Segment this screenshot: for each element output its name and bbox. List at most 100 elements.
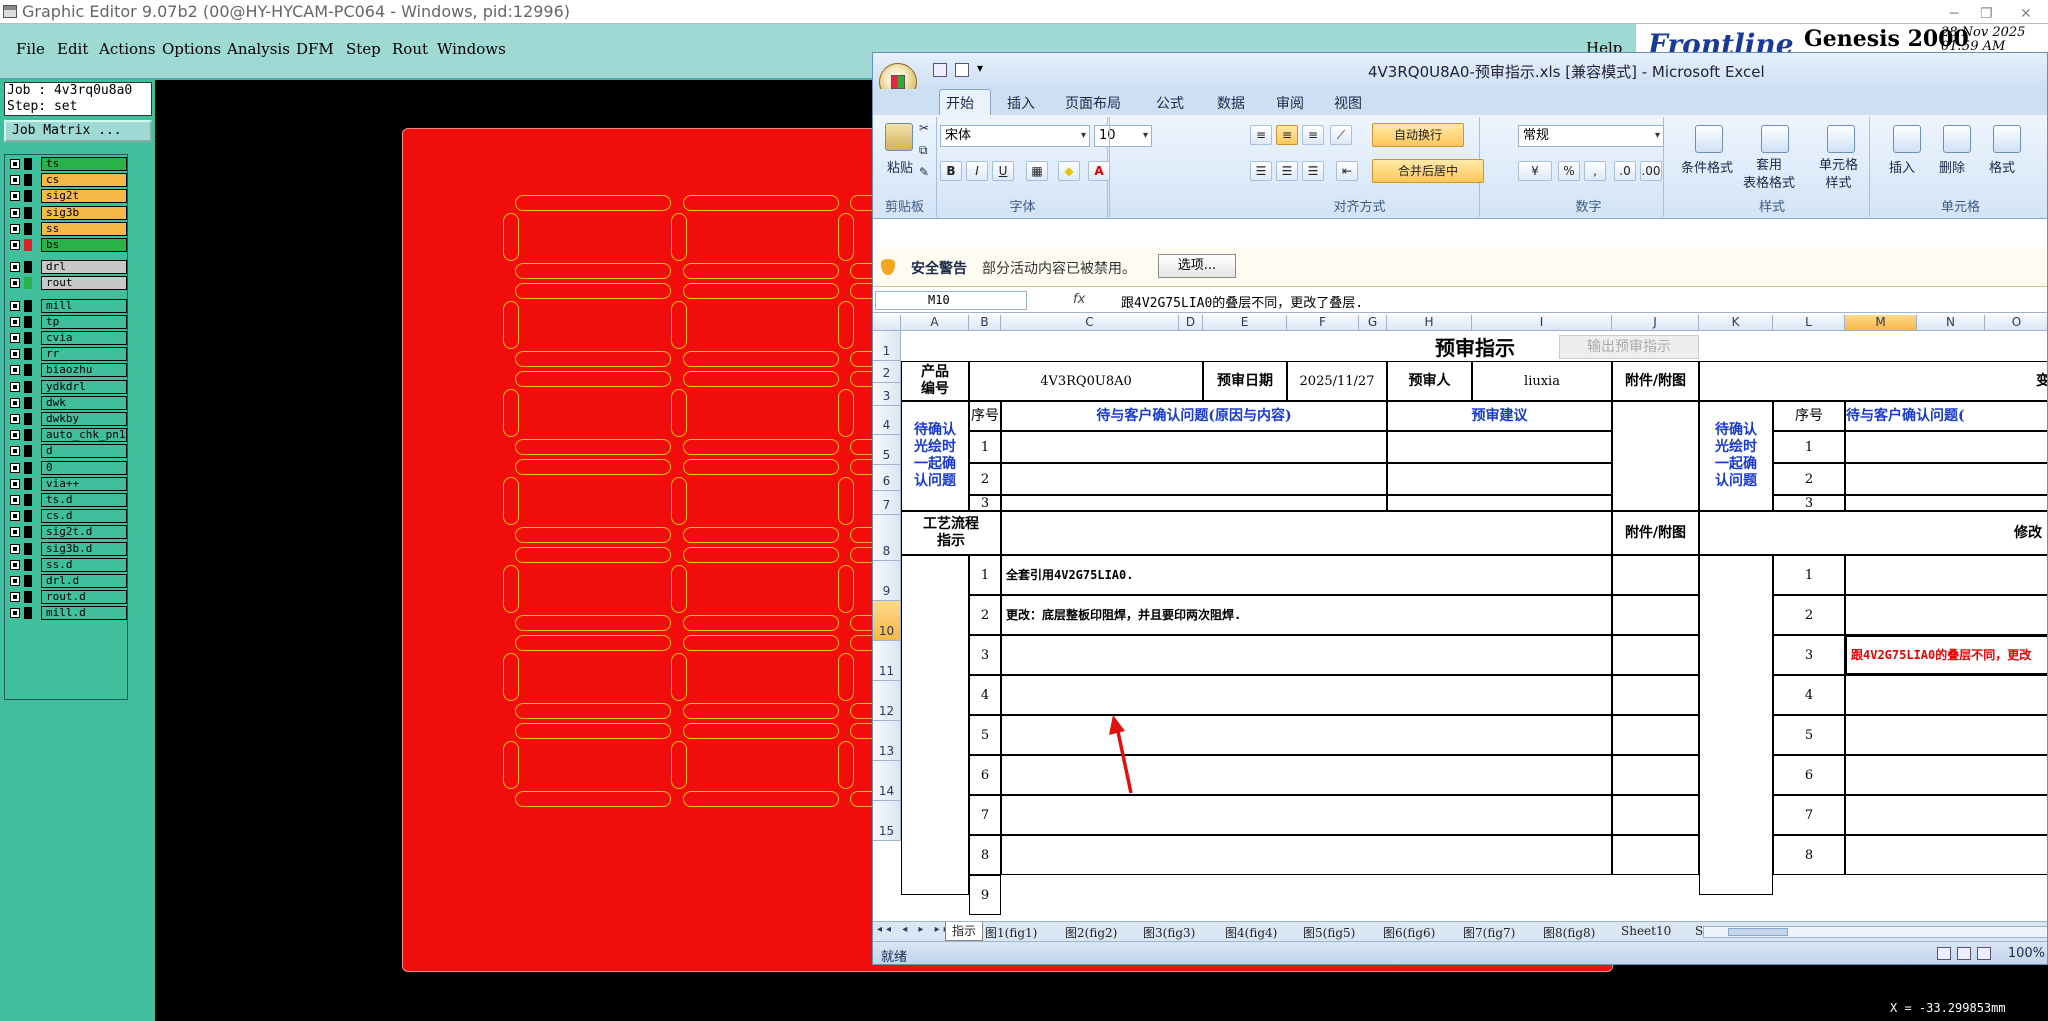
layer-name[interactable]: ydkdrl [41,379,127,394]
sheet-tab[interactable]: 图8(fig8) [1543,924,1595,941]
layer-name[interactable]: cs [41,173,127,188]
layer-color-swatch[interactable] [24,445,32,458]
layer-color-swatch[interactable] [24,206,32,219]
cut-icon[interactable]: ✂ [919,121,929,135]
attach-cell[interactable] [1612,401,1699,511]
pending-advice[interactable] [1387,431,1612,463]
layer-name[interactable]: dwkby [41,412,127,426]
conditional-format-button[interactable]: 条件格式 [1681,157,1733,176]
sheet-tab[interactable]: 图5(fig5) [1303,924,1355,941]
fill-color-icon[interactable]: ◆ [1058,161,1080,181]
tab-view[interactable]: 视图 [1334,93,1362,113]
menu-analysis[interactable]: Analysis [227,40,290,58]
save-icon[interactable] [933,63,947,77]
instruction-attach[interactable] [1612,835,1699,875]
layer-name[interactable]: dwk [41,395,127,410]
row-header[interactable]: 11 [873,641,901,681]
layer-name[interactable]: sig3b.d [41,541,127,556]
instruction-text[interactable] [1001,635,1612,675]
tab-review[interactable]: 审阅 [1276,93,1304,113]
layer-color-swatch[interactable] [24,261,32,274]
layer-name[interactable]: biaozhu [41,363,127,378]
format-painter-icon[interactable]: ✎ [919,165,929,179]
layer-row[interactable]: cs.d [5,509,129,524]
layer-checkbox[interactable] [10,333,20,343]
instruction-text[interactable] [1001,755,1612,795]
layer-row[interactable]: rout [5,276,129,291]
layer-color-swatch[interactable] [24,429,32,442]
column-header[interactable]: H [1387,315,1472,331]
horizontal-scrollbar[interactable] [1703,926,2047,938]
modify-text[interactable] [1845,795,2047,835]
layer-name[interactable]: sig2t [41,189,127,204]
instruction-attach[interactable] [1612,755,1699,795]
row-header[interactable]: 7 [873,491,901,515]
pending-content[interactable] [1001,495,1387,511]
layer-row[interactable]: auto_chk_pn1 [5,428,129,443]
merge-center-button[interactable]: 合并后居中 [1372,159,1484,183]
instruction-attach[interactable] [1612,715,1699,755]
menu-actions[interactable]: Actions [99,40,155,58]
layer-row[interactable]: rr [5,347,129,362]
layer-checkbox[interactable] [10,159,20,169]
minimize-icon[interactable]: ─ [1950,2,1958,26]
outdent-icon[interactable]: ⇤ [1336,161,1358,181]
normal-view-icon[interactable] [1937,947,1951,960]
layer-checkbox[interactable] [10,381,20,392]
instruction-attach[interactable] [1612,675,1699,715]
formula-input[interactable]: 跟4V2G75LIA0的叠层不同，更改了叠层. [1121,292,1363,311]
layer-checkbox[interactable] [10,608,20,619]
layer-checkbox[interactable] [10,478,20,489]
layer-color-swatch[interactable] [24,348,32,361]
layer-row[interactable]: sig3b [5,205,129,220]
menu-windows[interactable]: Windows [437,40,506,58]
tab-page-layout[interactable]: 页面布局 [1065,93,1121,113]
row-header[interactable]: 15 [873,801,901,841]
reviewer-name[interactable]: liuxia [1472,361,1612,401]
layer-color-swatch[interactable] [24,315,32,328]
layer-color-swatch[interactable] [24,542,32,555]
instruction-attach[interactable] [1612,795,1699,835]
layer-row[interactable]: rout.d [5,590,129,605]
layer-name[interactable]: rout.d [41,590,127,605]
menu-file[interactable]: File [16,40,45,58]
row-header[interactable]: 14 [873,761,901,801]
font-color-icon[interactable]: A [1088,161,1110,181]
row-header[interactable]: 5 [873,435,901,465]
sheet-tab[interactable]: 图3(fig3) [1143,924,1195,941]
align-right-icon[interactable]: ☰ [1302,161,1324,181]
worksheet-grid[interactable]: A B C D E F G H I J K L M N O 1 2 3 4 5 6 7 8 9 10 11 12 13 14 15 预审指示… [873,315,2047,921]
row-header[interactable]: 13 [873,721,901,761]
pending-content-right[interactable] [1845,431,2047,463]
layer-name[interactable]: ss.d [41,557,127,572]
layer-row[interactable]: 0 [5,460,129,475]
layer-name[interactable]: tp [41,314,127,329]
job-matrix-button[interactable]: Job Matrix ... [4,120,152,142]
layer-checkbox[interactable] [10,223,20,234]
row-header[interactable]: 2 [873,361,901,383]
layer-row[interactable]: sig3b.d [5,541,129,556]
layer-checkbox[interactable] [10,349,20,360]
layer-checkbox[interactable] [10,175,20,186]
restore-icon[interactable]: ❐ [1980,2,1993,26]
tab-formulas[interactable]: 公式 [1156,93,1184,113]
table-format-icon[interactable] [1761,125,1789,153]
layer-row[interactable]: ss.d [5,557,129,572]
column-header[interactable]: O [1985,315,2047,331]
layer-row[interactable]: cvia [5,331,129,345]
instruction-attach[interactable] [1612,595,1699,635]
layer-color-swatch[interactable] [24,461,32,474]
layer-row[interactable]: cs [5,173,129,188]
pending-advice[interactable] [1387,495,1612,511]
layer-name[interactable]: bs [41,238,127,252]
italic-button[interactable]: I [966,161,988,181]
sheet-tab[interactable]: 指示 [945,922,984,941]
format-cells-button[interactable]: 格式 [1989,157,2015,176]
table-format-button[interactable]: 套用 表格格式 [1743,157,1795,193]
modify-text[interactable] [1845,755,2047,795]
column-header[interactable]: M [1845,315,1917,331]
layer-color-swatch[interactable] [24,510,32,523]
layer-row[interactable]: ts [5,157,129,171]
delete-cells-icon[interactable] [1943,125,1971,153]
column-header[interactable]: N [1917,315,1985,331]
